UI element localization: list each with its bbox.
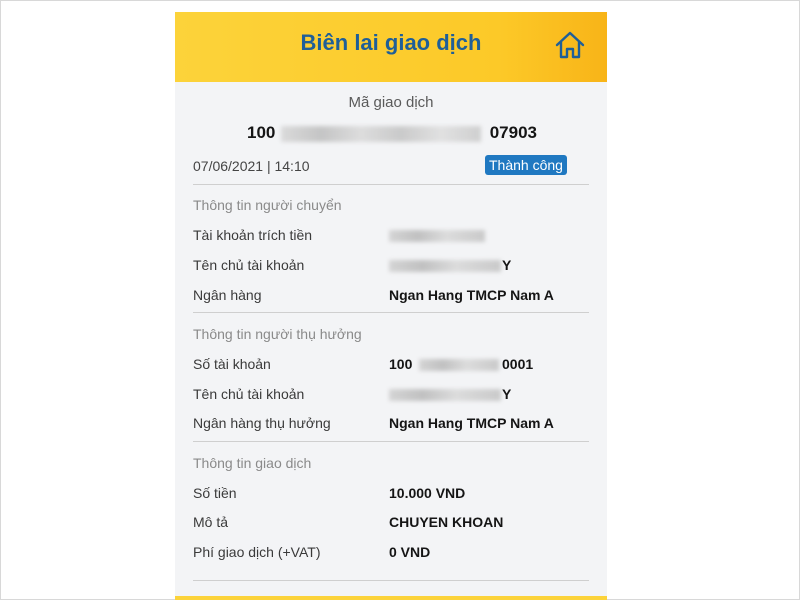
beneficiary-owner-suffix: Y [502,386,512,402]
divider [193,312,589,313]
sender-account-value [389,227,489,245]
sender-owner-suffix: Y [502,257,512,273]
bottom-bar [175,596,607,600]
transaction-code: 100 07903 [247,123,537,145]
amount-label: Số tiền [193,485,237,501]
sender-section-title: Thông tin người chuyển [193,197,342,213]
masked-account [419,359,499,371]
amount-value: 10.000 VND [389,485,466,501]
transaction-code-prefix: 100 [247,123,276,142]
beneficiary-account-suffix: 0001 [502,356,534,372]
sender-bank-value: Ngan Hang TMCP Nam A [389,287,554,303]
home-button[interactable] [553,28,587,62]
transaction-code-suffix: 07903 [489,123,537,142]
details-section-title: Thông tin giao dịch [193,455,312,471]
status-badge: Thành công [485,155,567,175]
divider [193,580,589,581]
description-value: CHUYEN KHOAN [389,514,504,530]
beneficiary-bank-label: Ngân hàng thụ hưởng [193,415,331,431]
home-icon [555,31,585,59]
beneficiary-account-prefix: 100 [389,356,413,372]
beneficiary-bank-value: Ngan Hang TMCP Nam A [389,415,554,431]
beneficiary-owner-value: Y [389,386,513,404]
receipt-screen: Biên lai giao dịch Mã giao dịch 100 0790… [175,12,607,600]
sender-bank-label: Ngân hàng [193,287,262,303]
page-title: Biên lai giao dịch [300,30,482,55]
fee-label: Phí giao dịch (+VAT) [193,544,321,560]
divider [193,441,589,442]
transaction-code-label: Mã giao dịch [348,94,434,111]
beneficiary-section-title: Thông tin người thụ hưởng [193,326,362,342]
app-header: Biên lai giao dịch [175,12,607,82]
sender-owner-value: Y [389,257,513,275]
divider [193,184,589,185]
masked-owner-name [389,260,501,272]
description-label: Mô tả [193,514,229,530]
masked-owner-name [389,389,501,401]
beneficiary-account-value: 100 0001 [389,356,539,374]
sender-owner-label: Tên chủ tài khoản [193,257,305,273]
fee-value: 0 VND [389,544,431,560]
transaction-datetime: 07/06/2021 | 14:10 [193,158,310,174]
masked-account [389,230,485,242]
sender-account-label: Tài khoản trích tiền [193,227,313,243]
masked-code [281,126,481,142]
beneficiary-account-label: Số tài khoản [193,356,271,372]
beneficiary-owner-label: Tên chủ tài khoản [193,386,305,402]
